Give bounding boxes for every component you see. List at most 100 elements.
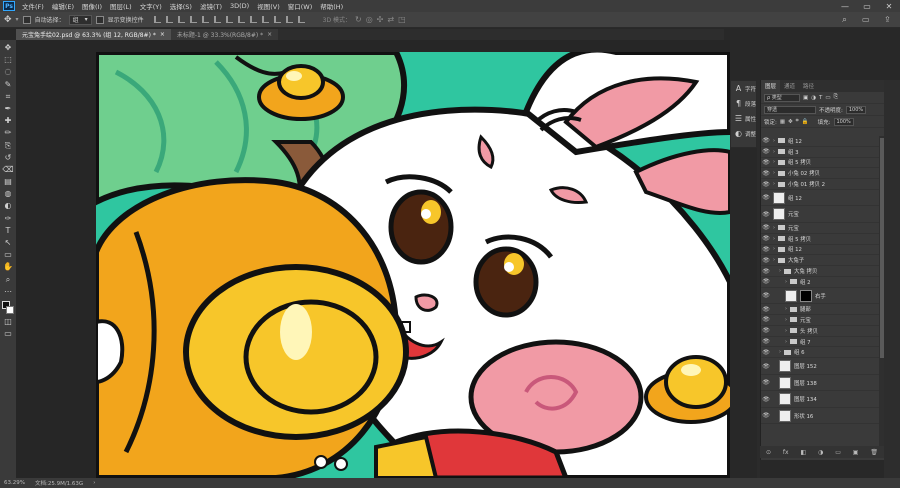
visibility-eye-icon[interactable]: 👁 [761,224,771,231]
zoom-icon[interactable]: ⌕ [3,275,13,285]
layer-row[interactable]: 👁 › 大兔 拷贝 [761,266,879,277]
link-layers-icon[interactable]: ⊙ [766,449,771,456]
menu-type[interactable]: 文字(Y) [136,1,166,11]
workspace-icon[interactable]: ▭ [862,15,870,24]
layer-row[interactable]: 👁 › 组 12 [761,136,879,147]
lock-artboard-icon[interactable]: ⌗ [796,118,799,125]
visibility-eye-icon[interactable]: 👁 [761,306,771,313]
layer-row[interactable]: 👁 形状 16 [761,408,879,425]
new-group-icon[interactable]: ▭ [835,449,841,456]
pen-icon[interactable]: ✑ [3,214,13,224]
path-select-icon[interactable]: ↖ [3,238,13,248]
maximize-icon[interactable]: ▭ [856,0,878,12]
3d-slide-icon[interactable]: ⇄ [387,15,394,24]
align-right-icon[interactable] [213,16,221,23]
menu-window[interactable]: 窗口(W) [284,1,317,11]
search-icon[interactable]: ⌕ [842,15,847,25]
layer-row[interactable]: 👁 › 元宝 [761,315,879,326]
menu-select[interactable]: 选择(S) [166,1,196,11]
visibility-eye-icon[interactable]: 👁 [761,257,771,264]
layer-mask-thumbnail[interactable] [800,289,812,302]
layer-row[interactable]: 👁 › 组 5 拷贝 [761,234,879,245]
marquee-icon[interactable]: ⬚ [3,55,13,65]
3d-rotate-icon[interactable]: ↻ [355,15,362,24]
lock-pixels-icon[interactable]: ▦ [780,119,785,125]
align-vcenter-icon[interactable] [165,16,173,23]
visibility-eye-icon[interactable]: 👁 [761,412,771,419]
layer-row[interactable]: 👁 › 组 12 [761,245,879,256]
stamp-icon[interactable]: ⎘ [3,141,13,151]
panel-paragraph[interactable]: ¶ 段落 [731,96,756,111]
align-top-icon[interactable] [153,16,161,23]
visibility-eye-icon[interactable]: 👁 [761,363,771,370]
blend-mode-select[interactable]: 穿透 [764,105,816,114]
tab-paths[interactable]: 路径 [799,80,818,92]
visibility-eye-icon[interactable]: 👁 [761,235,771,242]
3d-scale-icon[interactable]: ◳ [398,15,406,24]
artwork-rabbit-illustration[interactable] [96,52,730,478]
visibility-eye-icon[interactable]: 👁 [761,246,771,253]
screen-mode-icon[interactable]: ▭ [3,329,13,339]
3d-roll-icon[interactable]: ◎ [366,15,373,24]
layer-row[interactable]: 👁 › 组 6 [761,347,879,359]
filter-adjust-icon[interactable]: ◑ [811,95,816,101]
visibility-eye-icon[interactable]: 👁 [761,211,771,218]
tab-close-icon[interactable]: × [267,31,272,38]
tab-channels[interactable]: 通道 [780,80,799,92]
layer-style-icon[interactable]: fx [783,449,789,456]
brush-icon[interactable]: ✏ [3,128,13,138]
filter-smart-icon[interactable]: ⎘ [834,94,838,101]
distribute-top-icon[interactable] [225,16,233,23]
layer-row[interactable]: 👁 › 组 7 [761,337,879,348]
filter-type-icon[interactable]: T [819,95,822,101]
move-tool-icon[interactable]: ✥ [4,15,12,25]
layer-row[interactable]: 👁 右手 [761,288,879,305]
share-icon[interactable]: ⇪ [884,15,891,24]
layer-row[interactable]: 👁 › 组 2 [761,277,879,288]
auto-select-checkbox[interactable] [22,15,31,24]
add-mask-icon[interactable]: ◧ [800,449,806,456]
visibility-eye-icon[interactable]: 👁 [761,268,771,275]
more-icon[interactable]: ⋯ [3,287,13,297]
3d-pan-icon[interactable]: ✣ [377,15,384,24]
tab-document-2[interactable]: 未标题-1 @ 33.3%(RGB/8#) * × [170,29,279,40]
quick-mask-icon[interactable]: ◫ [3,317,13,327]
move-icon[interactable]: ✥ [3,43,13,53]
color-swatches[interactable] [2,300,14,315]
minimize-icon[interactable]: — [834,0,856,12]
eraser-icon[interactable]: ⌫ [2,165,13,175]
crop-icon[interactable]: ⌗ [3,92,13,102]
layer-row[interactable]: 👁 › 元宝 [761,223,879,234]
distribute-right-icon[interactable] [285,16,293,23]
align-left-icon[interactable] [189,16,197,23]
rectangle-icon[interactable]: ▭ [3,250,13,260]
visibility-eye-icon[interactable]: 👁 [761,137,771,144]
visibility-eye-icon[interactable]: 👁 [761,349,771,356]
status-arrow-icon[interactable]: › [93,480,95,486]
tab-close-icon[interactable]: × [160,31,165,38]
panel-character[interactable]: A 字符 [731,81,756,96]
layer-row[interactable]: 👁 › 头 拷贝 [761,326,879,337]
distribute-vcenter-icon[interactable] [237,16,245,23]
adjustment-layer-icon[interactable]: ◑ [818,449,823,456]
menu-image[interactable]: 图像(I) [78,1,106,11]
panel-adjustments[interactable]: ◐ 调整 [731,126,756,141]
layer-row[interactable]: 👁 元宝 [761,206,879,223]
distribute-hcenter-icon[interactable] [273,16,281,23]
fill-input[interactable]: 100% [833,117,854,126]
photoshop-logo[interactable]: Ps [3,1,15,11]
layer-row[interactable]: 👁 图层 152 [761,358,879,375]
gradient-icon[interactable]: ▤ [3,177,13,187]
menu-3d[interactable]: 3D(D) [226,2,253,10]
visibility-eye-icon[interactable]: 👁 [761,327,771,334]
layer-row[interactable]: 👁 组 12 [761,190,879,207]
distribute-left-icon[interactable] [261,16,269,23]
healing-icon[interactable]: ✚ [3,116,13,126]
align-bottom-icon[interactable] [177,16,185,23]
menu-file[interactable]: 文件(F) [18,1,48,11]
quick-select-icon[interactable]: ✎ [3,80,13,90]
distribute-bottom-icon[interactable] [249,16,257,23]
auto-select-dropdown[interactable]: 组 ▾ [68,14,92,25]
filter-pixel-icon[interactable]: ▣ [803,95,808,101]
visibility-eye-icon[interactable]: 👁 [761,379,771,386]
